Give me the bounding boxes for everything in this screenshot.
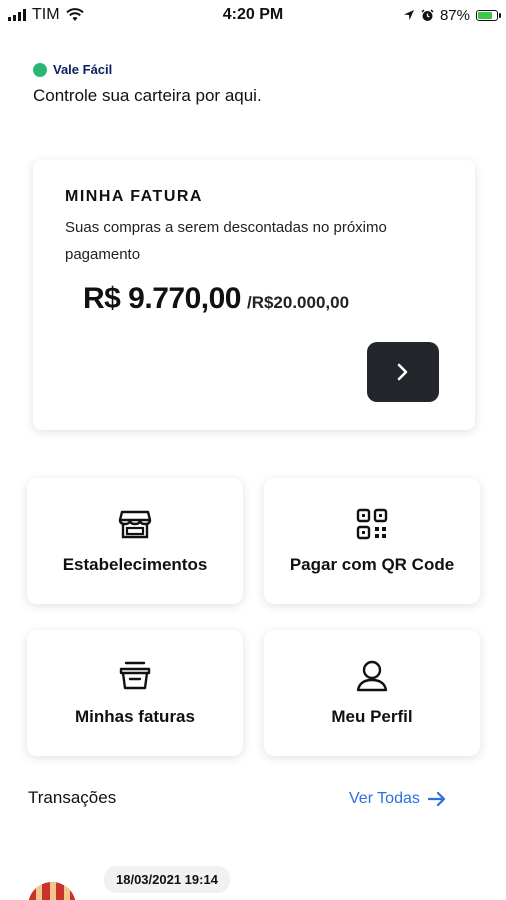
status-bar: TIM 4:20 PM 87% xyxy=(0,0,506,30)
invoice-card: MINHA FATURA Suas compras a serem descon… xyxy=(33,160,475,430)
status-left: TIM xyxy=(8,6,138,24)
see-all-transactions-link[interactable]: Ver Todas xyxy=(349,790,446,808)
open-invoice-button[interactable] xyxy=(367,342,439,402)
page-subtitle: Controle sua carteira por aqui. xyxy=(33,86,262,105)
alarm-icon xyxy=(421,8,434,21)
tile-label: Meu Perfil xyxy=(331,707,413,726)
wallet-home-screen: TIM 4:20 PM 87% Vale Fácil Controle sua … xyxy=(0,0,506,900)
arrow-right-icon xyxy=(427,791,445,807)
store-icon xyxy=(118,510,152,539)
invoice-basket-icon xyxy=(119,661,151,690)
qr-code-icon xyxy=(356,508,388,540)
battery-percent: 87% xyxy=(439,6,470,24)
transaction-merchant-avatar xyxy=(28,882,76,900)
brand-name: Vale Fácil xyxy=(53,62,113,77)
tile-label: Minhas faturas xyxy=(75,707,195,726)
wifi-icon xyxy=(65,8,84,21)
tile-label: Pagar com QR Code xyxy=(289,555,455,574)
brand-logo-icon xyxy=(33,62,47,77)
tile-my-invoices[interactable]: Minhas faturas xyxy=(27,630,243,756)
see-all-label: Ver Todas xyxy=(349,790,420,807)
location-icon xyxy=(403,10,414,20)
status-right: 87% xyxy=(368,6,501,24)
battery-level-fill xyxy=(478,11,492,19)
user-icon xyxy=(356,660,388,692)
transaction-date-badge: 18/03/2021 19:14 xyxy=(104,866,230,893)
invoice-amount: R$ 9.770,00 xyxy=(83,282,241,315)
transactions-title: Transações xyxy=(28,788,117,807)
invoice-amount-row: R$ 9.770,00 /R$20.000,00 xyxy=(83,282,349,316)
invoice-title: MINHA FATURA xyxy=(65,188,203,205)
invoice-description: Suas compras a serem descontadas no próx… xyxy=(65,219,387,263)
brand-row: Vale Fácil xyxy=(33,62,112,77)
signal-icon xyxy=(8,9,26,21)
battery-icon xyxy=(476,9,501,21)
invoice-limit: /R$20.000,00 xyxy=(246,293,350,312)
tile-establishments[interactable]: Estabelecimentos xyxy=(27,478,243,604)
tile-pay-qr-code[interactable]: Pagar com QR Code xyxy=(264,478,480,604)
carrier-name: TIM xyxy=(32,6,60,23)
clock: 4:20 PM xyxy=(222,6,284,23)
tile-label: Estabelecimentos xyxy=(62,555,208,574)
chevron-right-icon xyxy=(397,363,408,381)
tile-my-profile[interactable]: Meu Perfil xyxy=(264,630,480,756)
